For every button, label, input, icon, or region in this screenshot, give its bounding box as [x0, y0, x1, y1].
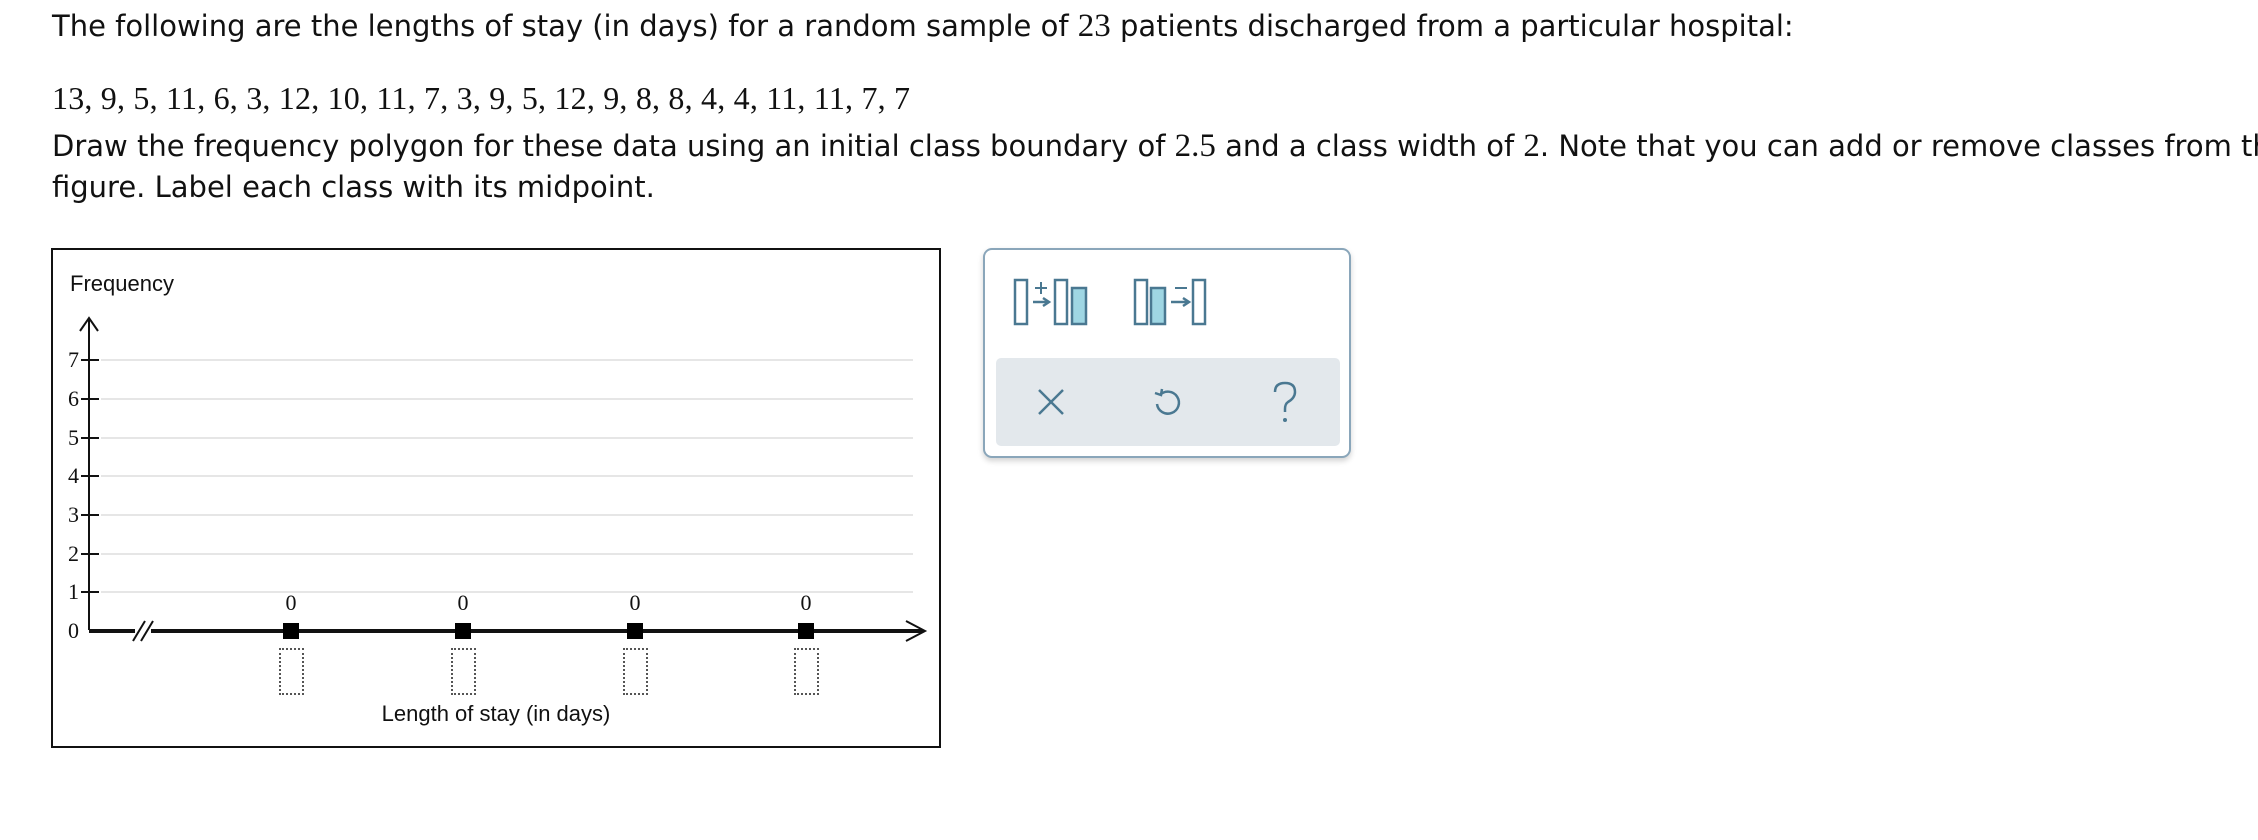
tool-panel	[983, 248, 1351, 458]
frequency-polygon-graph[interactable]: Frequency 0 1 2 3 4 5 6 7 0 0 0 0 Length…	[51, 248, 941, 748]
dataset-values: 13, 9, 5, 11, 6, 3, 12, 10, 11, 7, 3, 9,…	[52, 80, 911, 116]
axis-break-icon	[132, 620, 154, 642]
initial-boundary: 2.5	[1174, 128, 1216, 164]
y-tick-label: 4	[68, 463, 79, 488]
y-tick-label: 2	[68, 541, 79, 566]
y-tick-label: 3	[68, 502, 79, 527]
undo-button[interactable]	[1133, 370, 1203, 434]
class-width: 2	[1523, 128, 1540, 164]
remove-class-button[interactable]	[1131, 270, 1213, 334]
instr-part-1: Draw the frequency polygon for these dat…	[52, 129, 1175, 163]
add-class-icon	[1013, 278, 1088, 326]
instructions-line-2: figure. Label each class with its midpoi…	[52, 170, 655, 204]
undo-icon	[1154, 388, 1181, 415]
clear-button[interactable]	[1016, 370, 1086, 434]
x-axis-label: Length of stay (in days)	[382, 701, 611, 726]
y-tick-label: 6	[68, 386, 79, 411]
point-value-label: 0	[801, 590, 812, 615]
frequency-point-handle[interactable]	[627, 623, 643, 639]
gridlines	[101, 359, 913, 593]
help-button[interactable]	[1250, 370, 1320, 434]
y-axis-label: Frequency	[70, 271, 174, 296]
midpoint-input[interactable]	[451, 648, 476, 695]
intro-text-before: The following are the lengths of stay (i…	[52, 9, 1078, 43]
action-bar	[996, 358, 1340, 446]
sample-size: 23	[1077, 8, 1111, 44]
y-tick-label: 5	[68, 425, 79, 450]
point-value-label: 0	[458, 590, 469, 615]
remove-class-icon	[1133, 278, 1207, 326]
y-tick-label: 7	[68, 347, 79, 372]
frequency-point-handle[interactable]	[283, 623, 299, 639]
instr-part-3: . Note that you can add or remove classe…	[1539, 129, 2258, 163]
frequency-point-handle[interactable]	[455, 623, 471, 639]
instructions-line-1: Draw the frequency polygon for these dat…	[52, 126, 2258, 166]
intro-text-after: patients discharged from a particular ho…	[1110, 9, 1794, 43]
close-icon	[1038, 389, 1064, 415]
frequency-point-handle[interactable]	[798, 623, 814, 639]
midpoint-input[interactable]	[623, 648, 648, 695]
y-tick-label: 1	[68, 579, 79, 604]
y-tick-label: 0	[68, 618, 79, 643]
midpoint-input[interactable]	[279, 648, 304, 695]
midpoint-input[interactable]	[794, 648, 819, 695]
help-icon	[1273, 381, 1297, 422]
point-value-label: 0	[286, 590, 297, 615]
add-class-button[interactable]	[1011, 270, 1093, 334]
instr-part-2: and a class width of	[1215, 129, 1524, 163]
point-value-label: 0	[630, 590, 641, 615]
question-intro: The following are the lengths of stay (i…	[52, 6, 1794, 46]
